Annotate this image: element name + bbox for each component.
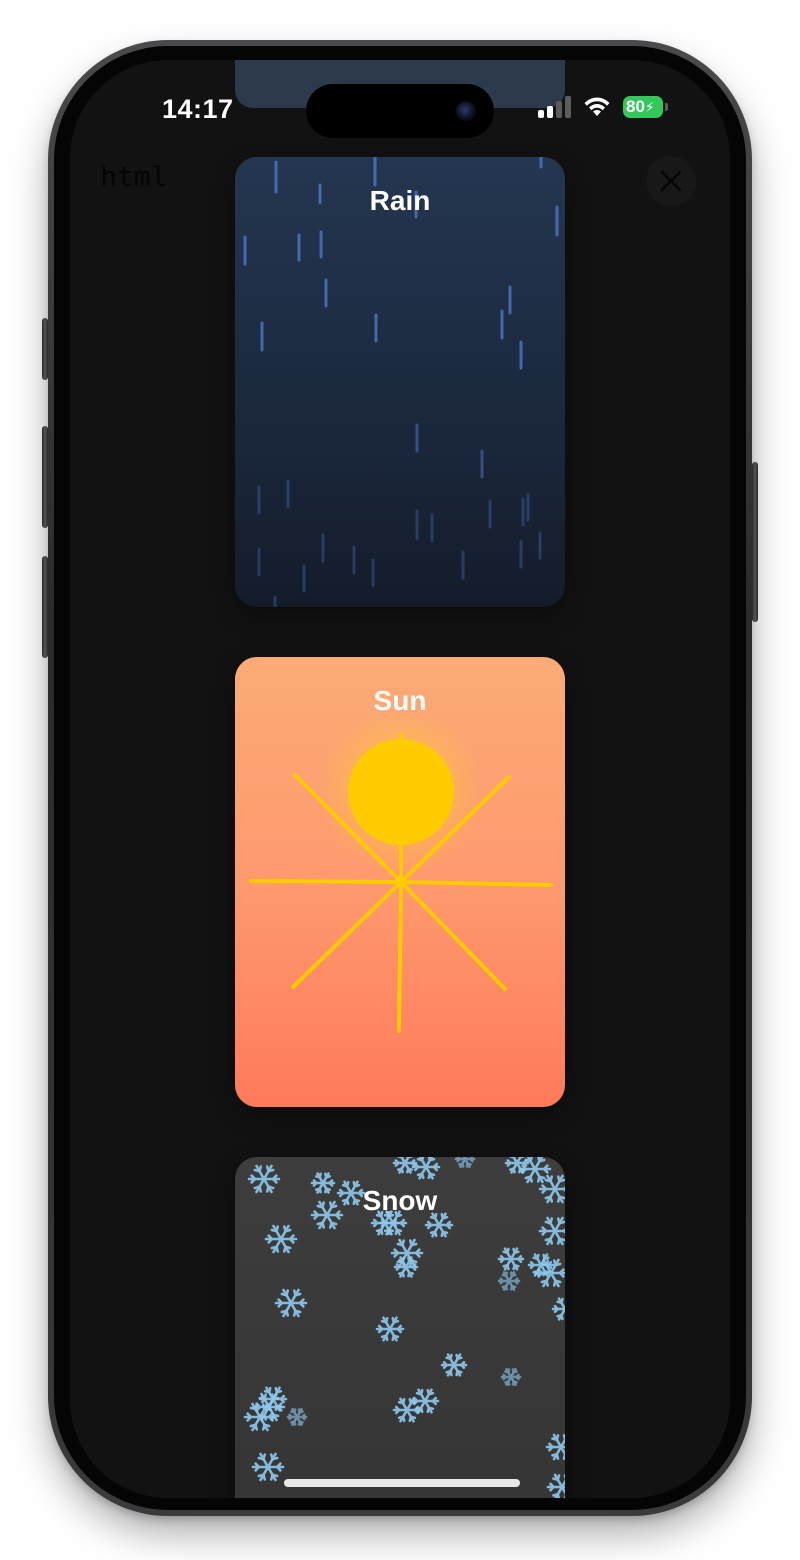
power-button [752, 462, 758, 622]
weather-card-snow[interactable]: Snow [235, 1157, 565, 1498]
snowflake-icon [286, 1407, 308, 1427]
document-label: html [100, 160, 168, 193]
card-title-snow: Snow [362, 1185, 438, 1216]
snowflake-icon [497, 1271, 521, 1291]
charging-bolt-icon: ⚡ [644, 99, 655, 115]
snowflake-icon [424, 1212, 454, 1238]
device-mockup: html Rain Sun Snow 14:17 80⚡ [0, 0, 800, 1560]
snowflake-icon [410, 1388, 440, 1414]
card-title-rain: Rain [369, 185, 431, 216]
snowflake-icon [440, 1353, 468, 1377]
snowflake-icon [274, 1288, 308, 1318]
status-time: 14:17 [162, 94, 234, 124]
volume-up-button [42, 426, 48, 528]
phone-screen: html Rain Sun Snow 14:17 80⚡ [70, 60, 730, 1498]
snowflake-icon [538, 1216, 565, 1246]
sun-icon [348, 739, 454, 845]
front-camera-icon [456, 101, 476, 121]
weather-card-rain[interactable]: Rain [235, 157, 565, 607]
battery-level: 80 [626, 97, 645, 116]
card-title-sun: Sun [373, 685, 427, 716]
weather-card-sun[interactable]: Sun [235, 657, 565, 1107]
snowflake-icon [264, 1224, 298, 1254]
snowflake-icon [497, 1247, 525, 1271]
snowflake-icon [500, 1367, 522, 1387]
status-bar: 14:17 80⚡ [70, 60, 730, 160]
snowflake-icon [393, 1256, 419, 1278]
sun-animation [249, 709, 553, 1033]
rain-animation [243, 157, 559, 607]
snowflake-icon [392, 1157, 418, 1174]
close-button[interactable] [646, 156, 696, 206]
snowflake-icon [454, 1157, 476, 1169]
home-indicator[interactable] [284, 1479, 520, 1487]
snowflake-icon [251, 1452, 285, 1482]
close-icon [660, 170, 682, 192]
snowflake-icon [546, 1473, 565, 1498]
volume-down-button [42, 556, 48, 658]
dynamic-island [306, 84, 494, 138]
battery-tip [665, 103, 668, 111]
action-button [42, 318, 48, 380]
snowflake-icon [375, 1316, 405, 1342]
snowflake-icon [390, 1238, 424, 1268]
wifi-icon [584, 97, 610, 116]
cellular-signal-icon [538, 96, 572, 118]
snowflake-icon [545, 1433, 565, 1461]
snowflake-icon [411, 1157, 441, 1180]
battery-indicator: 80⚡ [623, 96, 663, 118]
snowflake-icon [551, 1297, 565, 1321]
